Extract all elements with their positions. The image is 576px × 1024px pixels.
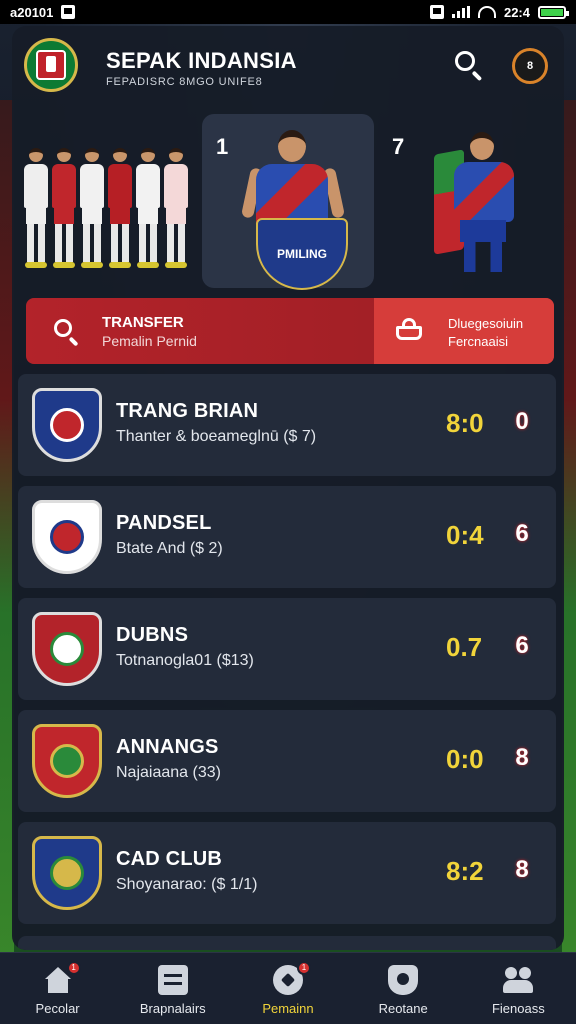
transfer-banner[interactable]: TRANSFER Pemalin Pernid Dluegesoiuin Fer… (26, 298, 554, 364)
nav-label: Brapnalairs (139, 1001, 206, 1016)
search-icon[interactable] (452, 48, 486, 82)
club-score: 8:2 (446, 856, 484, 886)
team-squad-image (24, 130, 202, 268)
battery-icon (538, 5, 569, 19)
status-bar: a20101 22:4 (0, 0, 576, 24)
club-crest-icon (32, 724, 102, 798)
avatar-initials: 8 (526, 60, 534, 72)
nav-label: Reotane (378, 1001, 428, 1016)
transfer-market-button[interactable]: Dluegesoiuin Fercnaaisi (374, 298, 554, 364)
people-icon (503, 965, 534, 995)
club-detail: Btate And ($ 2) (116, 540, 223, 557)
transfer-market-sublabel: Fercnaaisi (448, 334, 508, 349)
club-list-item[interactable]: DUBNS Totnanogla01 ($13) 0.7 6 (18, 598, 556, 700)
nav-item-home[interactable]: 1 Pecolar (3, 953, 113, 1016)
wifi-icon (477, 6, 496, 18)
status-time: 22:4 (503, 4, 530, 20)
club-list-item[interactable]: ANNANGS Najaiaana (33) 0:0 8 (18, 710, 556, 812)
club-count-badge: 6 (515, 520, 529, 547)
status-left-text: a20101 (10, 4, 54, 20)
avatar[interactable]: 8 (512, 48, 548, 84)
club-detail: Shoyanarao: ($ 1/1) (116, 876, 258, 893)
nav-label: Fienoass (491, 1001, 545, 1016)
nav-item-friends[interactable]: Fienoass (463, 953, 573, 1016)
page-subtitle: FEPADISRC 8MGO UNIFE8 (106, 76, 263, 88)
signal-icon (451, 6, 470, 18)
nav-item-list[interactable]: Brapnalairs (118, 953, 228, 1016)
transfer-subtitle: Pemalin Pernid (102, 333, 197, 349)
club-name: CAD CLUB (116, 848, 223, 870)
page-title: SEPAK INDANSIA (106, 48, 297, 73)
app-header: SEPAK INDANSIA FEPADISRC 8MGO UNIFE8 8 (12, 26, 564, 106)
transfer-title: TRANSFER (102, 314, 184, 331)
club-list-item[interactable]: TRANG BRIAN Thanter & boeameglnū ($ 7) 8… (18, 374, 556, 476)
club-detail: Thanter & boeameglnū ($ 7) (116, 428, 317, 445)
club-crest-icon (32, 612, 102, 686)
club-detail: Totnanogla01 ($13) (116, 652, 254, 669)
notification-badge: 1 (66, 961, 81, 975)
club-crest-icon (32, 388, 102, 462)
featured-badge-label: PMILING (277, 247, 327, 261)
club-detail: Najaiaana (33) (116, 764, 221, 781)
club-score: 0:0 (446, 744, 484, 774)
club-name: ANNANGS (116, 736, 219, 758)
alert-icon (429, 5, 444, 19)
club-list-item[interactable]: PANDSEL Btate And ($ 2) 0:4 6 (18, 486, 556, 588)
notification-badge: 1 (296, 961, 311, 975)
secondary-player-image[interactable] (434, 126, 534, 276)
rank-right: 7 (392, 134, 405, 159)
club-name: TRANG BRIAN (116, 400, 259, 422)
club-name: PANDSEL (116, 512, 212, 534)
club-crest-icon (32, 836, 102, 910)
club-name: DUBNS (116, 624, 189, 646)
stadium-edge-right (562, 100, 576, 954)
basket-icon (396, 318, 422, 342)
club-list-item-partial[interactable] (18, 936, 556, 950)
club-score: 0.7 (446, 632, 483, 662)
club-count-badge: 8 (515, 856, 529, 883)
club-score: 0:4 (446, 520, 484, 550)
nav-item-players[interactable]: 1 Pemainn (233, 953, 343, 1016)
rank-left: 1 (216, 134, 229, 159)
club-logo-icon[interactable] (24, 38, 78, 92)
list-icon (157, 965, 188, 995)
club-count-badge: 6 (515, 632, 529, 659)
app-panel: SEPAK INDANSIA FEPADISRC 8MGO UNIFE8 8 1… (12, 26, 564, 950)
nav-label: Pecolar (35, 1001, 80, 1016)
notification-icon (61, 5, 76, 19)
search-icon (52, 317, 80, 347)
club-score: 8:0 (446, 408, 484, 438)
shield-icon (388, 965, 419, 995)
club-count-badge: 8 (515, 744, 529, 771)
bottom-nav: 1 Pecolar Brapnalairs 1 Pemainn Reotane … (0, 952, 576, 1024)
nav-label: Pemainn (262, 1001, 314, 1016)
transfer-market-label: Dluegesoiuin (448, 316, 524, 331)
nav-item-club[interactable]: Reotane (348, 953, 458, 1016)
club-crest-icon (32, 500, 102, 574)
club-count-badge: 0 (515, 408, 529, 435)
club-list-item[interactable]: CAD CLUB Shoyanarao: ($ 1/1) 8:2 8 (18, 822, 556, 924)
